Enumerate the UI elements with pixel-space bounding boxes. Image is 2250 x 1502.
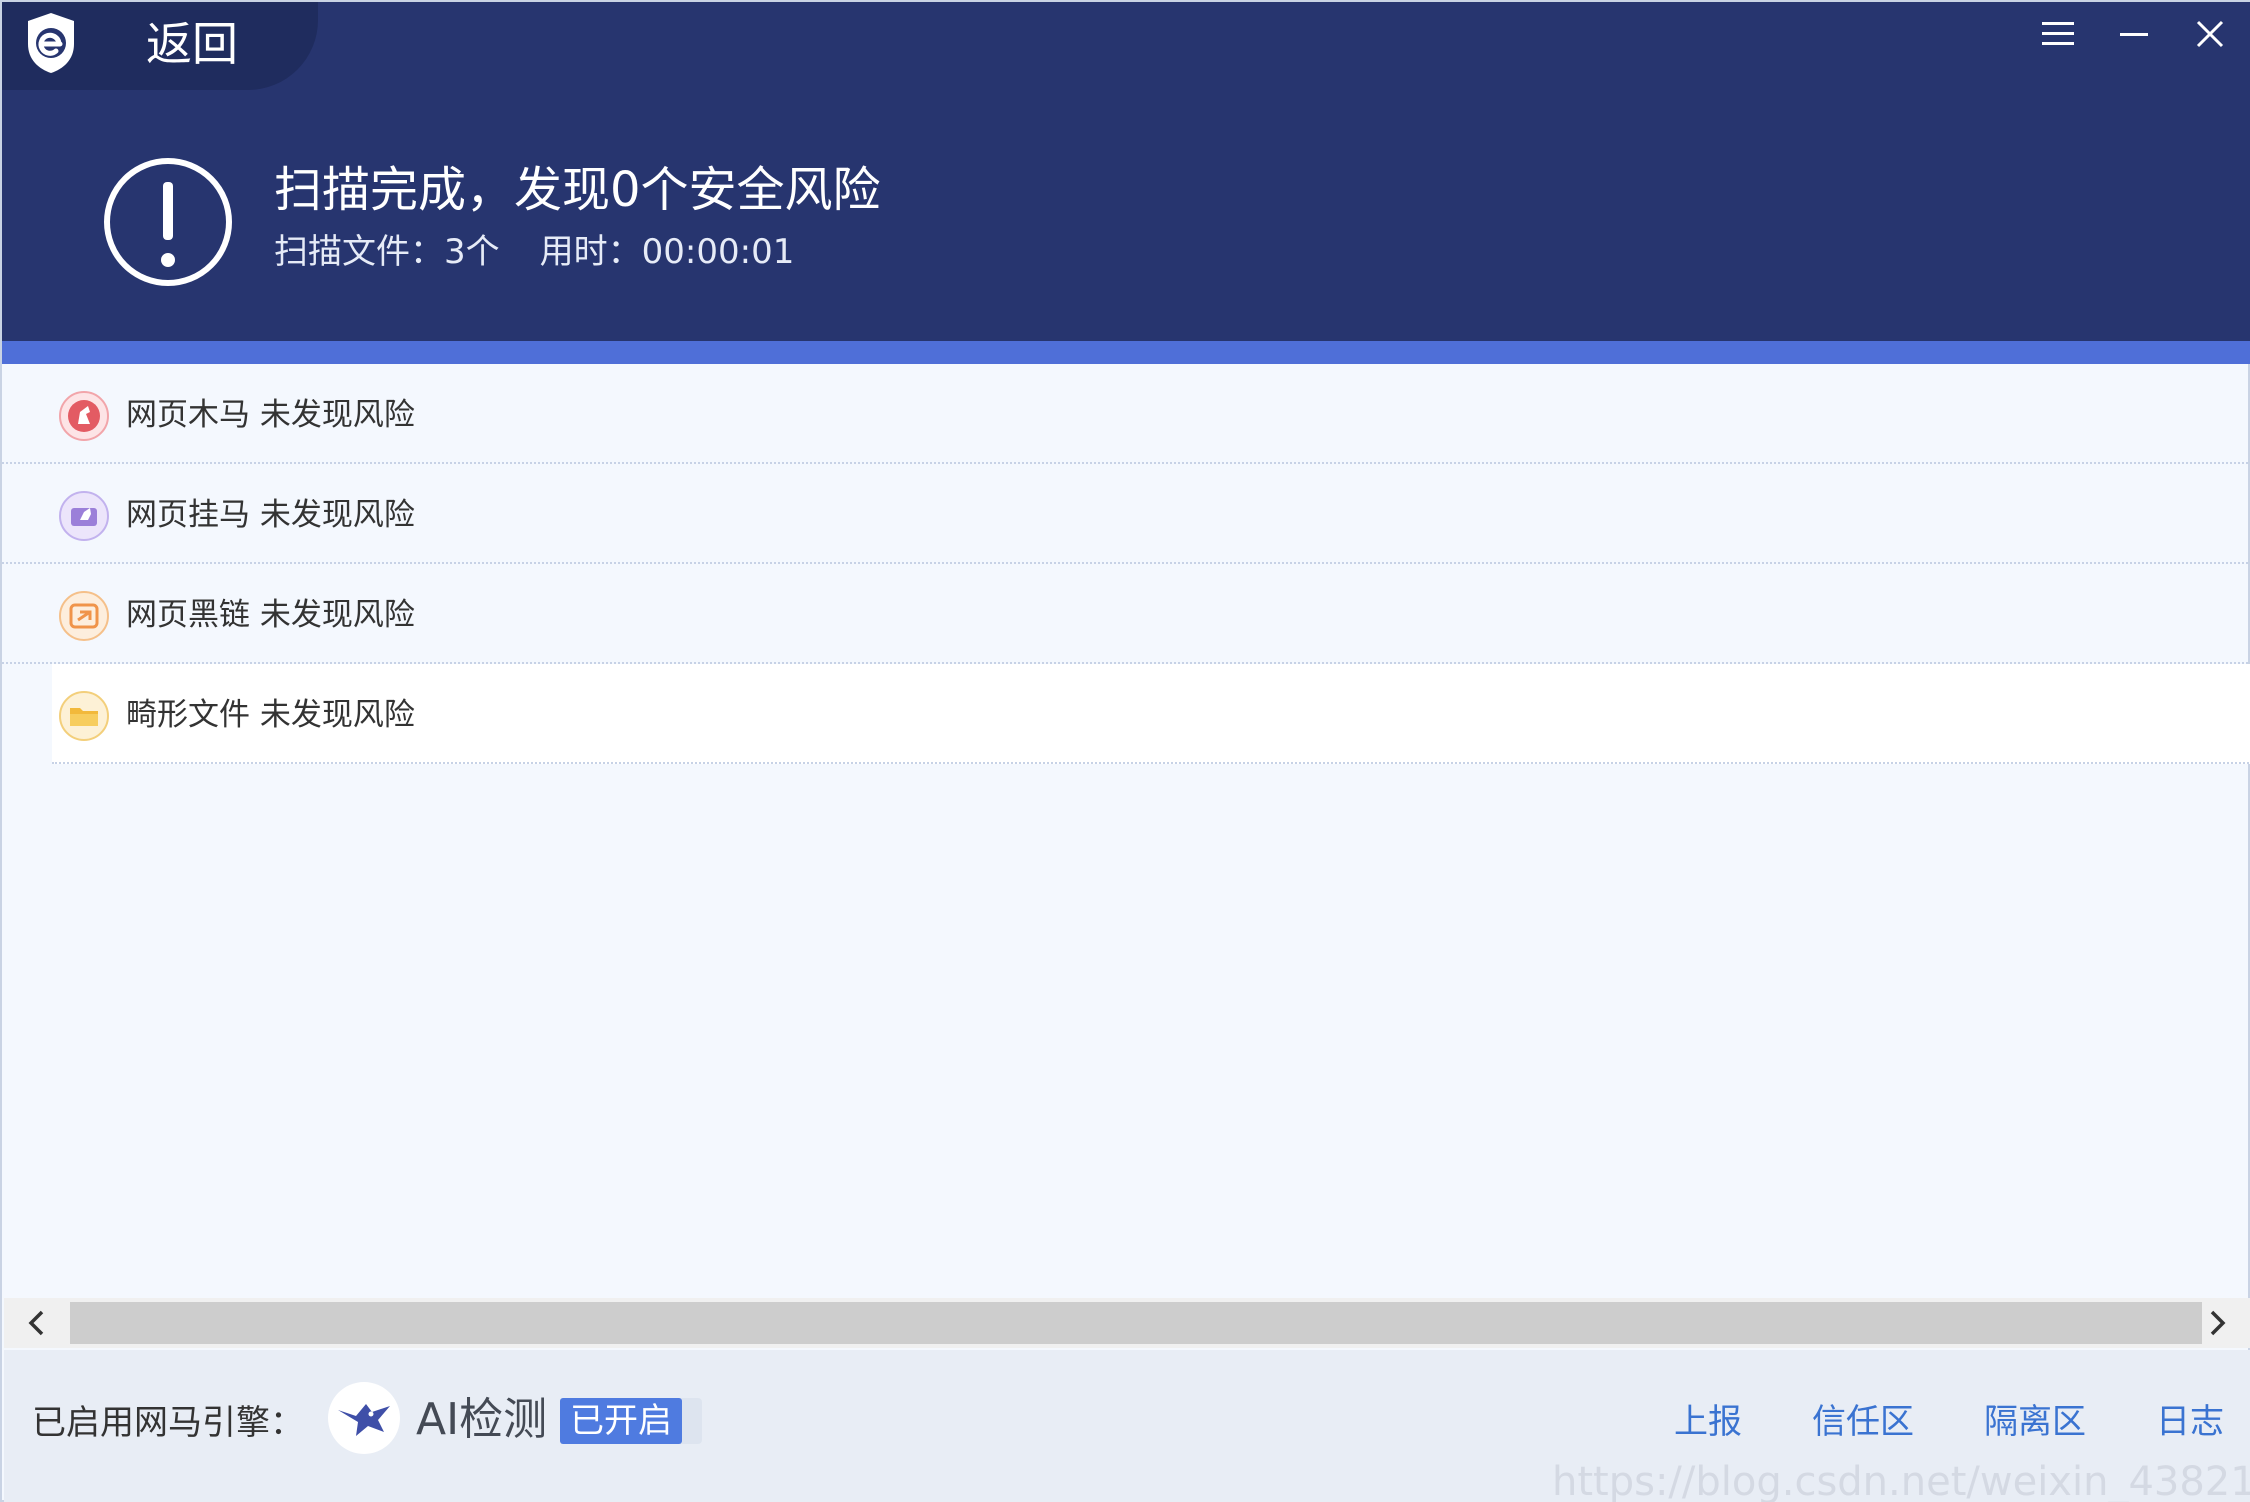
result-list: 网页木马 未发现风险 网页挂马 未发现风险 网页黑链 未发现风险 畸形文件 未发…: [2, 364, 2250, 764]
hanging-horse-icon: [59, 491, 109, 541]
scan-files-count: 扫描文件：3个: [274, 232, 500, 272]
exclamation-circle-icon: [104, 158, 232, 286]
back-button[interactable]: 返回: [146, 16, 238, 72]
minimize-icon: [2120, 33, 2148, 36]
scan-meta: 扫描文件：3个 用时：00:00:01: [274, 228, 794, 276]
scroll-left-button[interactable]: [4, 1298, 68, 1348]
result-label: 网页木马 未发现风险: [126, 397, 415, 433]
back-tab[interactable]: 返回: [2, 2, 318, 90]
window-controls: [2040, 16, 2228, 52]
trojan-icon: [59, 391, 109, 441]
trust-zone-link[interactable]: 信任区: [1812, 1396, 1914, 1448]
engine-name: AI检测: [416, 1394, 548, 1445]
folder-icon: [59, 691, 109, 741]
horizontal-scrollbar[interactable]: [4, 1298, 2250, 1348]
result-row-malformed-file[interactable]: 畸形文件 未发现风险: [52, 664, 2250, 764]
log-link[interactable]: 日志: [2156, 1396, 2224, 1448]
scan-duration: 用时：00:00:01: [539, 232, 795, 272]
quarantine-link[interactable]: 隔离区: [1984, 1396, 2086, 1448]
black-link-icon: [59, 591, 109, 641]
app-window: 返回 扫描完成，发现0个安全风险 扫描文件：3个 用时：00:00:01 网页木…: [0, 0, 2250, 1502]
close-button[interactable]: [2192, 16, 2228, 52]
scan-result-title: 扫描完成，发现0个安全风险: [274, 162, 881, 218]
footer-links: 上报 信任区 隔离区 日志: [1604, 1396, 2224, 1448]
minimize-button[interactable]: [2116, 16, 2152, 52]
scrollbar-thumb[interactable]: [70, 1302, 2202, 1344]
engine-label: 已启用网马引擎：: [32, 1403, 304, 1443]
scroll-right-button[interactable]: [2186, 1298, 2250, 1348]
close-icon: [2196, 20, 2224, 48]
menu-button[interactable]: [2040, 16, 2076, 52]
engine-status-badge[interactable]: 已开启: [560, 1398, 682, 1444]
chevron-left-icon: [28, 1310, 44, 1336]
report-link[interactable]: 上报: [1674, 1396, 1742, 1448]
shield-e-icon: [28, 13, 74, 73]
result-row-black-link[interactable]: 网页黑链 未发现风险: [2, 564, 2250, 664]
result-label: 网页黑链 未发现风险: [126, 597, 415, 633]
progress-strip: [2, 341, 2250, 364]
result-label: 畸形文件 未发现风险: [126, 697, 415, 733]
result-row-hanging-horse[interactable]: 网页挂马 未发现风险: [2, 464, 2250, 564]
result-label: 网页挂马 未发现风险: [126, 497, 415, 533]
watermark: https://blog.csdn.net/weixin_43821560: [1552, 1459, 2250, 1502]
chevron-right-icon: [2210, 1310, 2226, 1336]
header: 返回 扫描完成，发现0个安全风险 扫描文件：3个 用时：00:00:01: [2, 2, 2250, 341]
result-row-trojan[interactable]: 网页木马 未发现风险: [2, 364, 2250, 464]
ai-bird-icon: [328, 1382, 400, 1454]
menu-icon: [2042, 22, 2074, 45]
